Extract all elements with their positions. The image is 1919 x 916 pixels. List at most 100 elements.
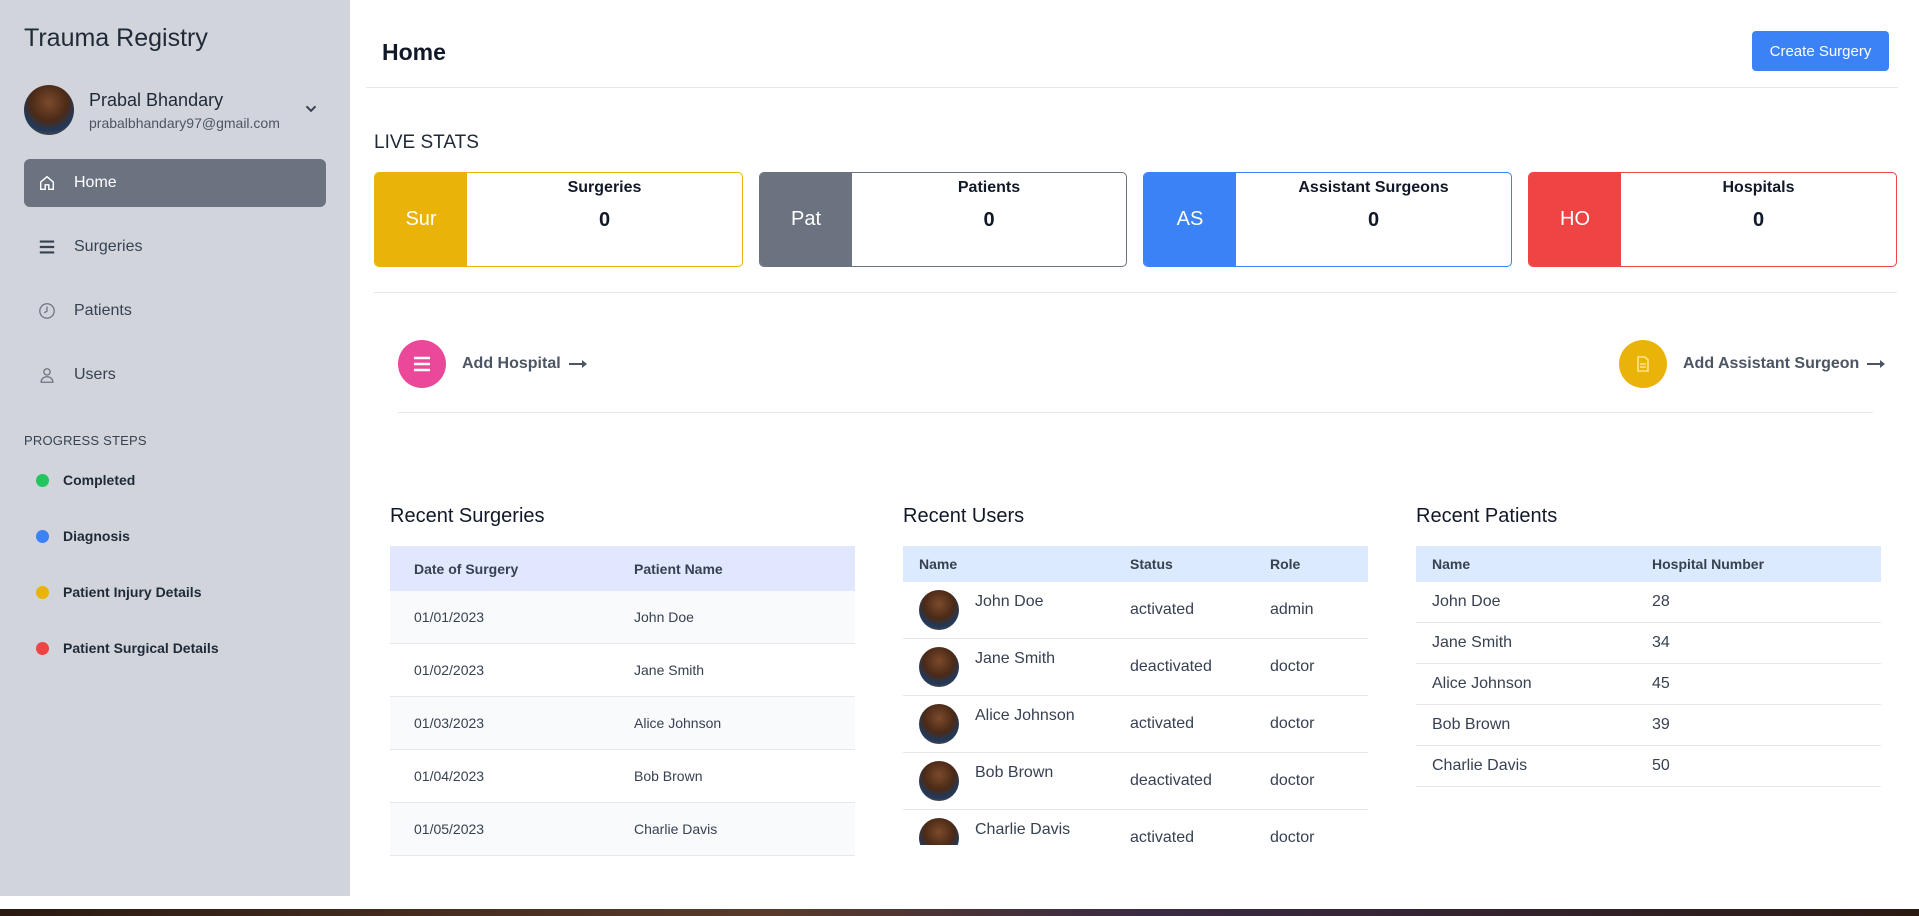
stat-abbr: Sur <box>375 173 467 266</box>
table-cell: Bob Brown <box>634 768 703 784</box>
table-cell: 01/02/2023 <box>414 662 485 678</box>
table-row[interactable]: Alice Johnson 45 <box>1416 664 1881 705</box>
stat-card-assistant-surgeons: AS Assistant Surgeons 0 <box>1143 172 1512 267</box>
table-cell: 34 <box>1652 634 1670 651</box>
status-dot <box>36 585 49 599</box>
recent-users-title: Recent Users <box>903 505 1025 527</box>
table-row[interactable]: Bob Brown 39 <box>1416 705 1881 746</box>
progress-steps-title: PROGRESS STEPS <box>24 433 147 448</box>
sidebar-item-label: Patients <box>74 302 132 319</box>
table-row[interactable]: Alice Johnson activated doctor <box>903 696 1368 753</box>
avatar <box>919 818 959 845</box>
recent-users-table: Name Status Role John Doe activated admi… <box>903 546 1368 845</box>
table-header: Date of Surgery Patient Name <box>390 546 855 591</box>
user-name: Charlie Davis <box>975 821 1071 838</box>
document-icon <box>1619 340 1667 388</box>
user-status: activated <box>1130 829 1195 845</box>
table-row[interactable]: 01/03/2023 Alice Johnson <box>390 697 855 750</box>
table-row[interactable]: John Doe 28 <box>1416 582 1881 623</box>
status-dot <box>36 529 49 543</box>
progress-step-completed: Completed <box>36 472 135 488</box>
chevron-down-icon[interactable] <box>302 100 320 118</box>
user-status: deactivated <box>1130 772 1212 789</box>
home-icon <box>39 175 55 191</box>
column-header: Date of Surgery <box>414 560 519 577</box>
user-role: doctor <box>1270 715 1315 732</box>
avatar <box>24 85 74 135</box>
user-name: Jane Smith <box>975 650 1056 667</box>
stat-card-surgeries: Sur Surgeries 0 <box>374 172 743 267</box>
user-role: doctor <box>1270 772 1315 789</box>
table-header: Name Hospital Number <box>1416 546 1881 582</box>
table-row[interactable]: 01/02/2023 Jane Smith <box>390 644 855 697</box>
list-icon <box>398 340 446 388</box>
stat-abbr: HO <box>1529 173 1621 266</box>
table-row[interactable]: Charlie Davis activated doctor <box>903 810 1368 845</box>
progress-step-injury: Patient Injury Details <box>36 584 201 600</box>
user-role: admin <box>1270 601 1314 618</box>
column-header: Patient Name <box>634 560 723 577</box>
table-cell: Jane Smith <box>634 662 705 678</box>
sidebar-item-patients[interactable]: Patients <box>24 287 326 335</box>
table-row[interactable]: Jane Smith deactivated doctor <box>903 639 1368 696</box>
table-cell: 01/05/2023 <box>414 821 485 837</box>
sidebar-item-surgeries[interactable]: Surgeries <box>24 223 326 271</box>
table-row[interactable]: Charlie Davis 50 <box>1416 746 1881 787</box>
table-row[interactable]: Bob Brown deactivated doctor <box>903 753 1368 810</box>
status-dot <box>36 473 49 487</box>
sidebar-item-label: Users <box>74 366 116 383</box>
step-label: Completed <box>63 472 136 488</box>
table-cell: Charlie Davis <box>634 821 718 837</box>
stat-value: 0 <box>598 209 611 231</box>
table-row[interactable]: 01/04/2023 Bob Brown <box>390 750 855 803</box>
user-status: activated <box>1130 715 1195 732</box>
avatar <box>919 647 959 687</box>
sidebar-item-home[interactable]: Home <box>24 159 326 207</box>
table-row[interactable]: 01/01/2023 John Doe <box>390 591 855 644</box>
clock-icon <box>39 303 55 319</box>
sidebar-item-label: Surgeries <box>74 238 143 255</box>
table-cell: 50 <box>1652 757 1670 774</box>
add-hospital-link[interactable]: Add Hospital <box>398 340 587 388</box>
table-cell: Bob Brown <box>1432 716 1511 733</box>
page-title: Home <box>382 39 446 65</box>
table-cell: John Doe <box>1432 593 1501 610</box>
column-header: Name <box>1432 556 1471 572</box>
progress-step-surgical: Patient Surgical Details <box>36 640 219 656</box>
table-row[interactable]: 01/05/2023 Charlie Davis <box>390 803 855 856</box>
user-profile[interactable]: Prabal Bhandary prabalbhandary97@gmail.c… <box>24 82 330 138</box>
divider <box>366 87 1898 88</box>
table-cell: Jane Smith <box>1432 634 1513 651</box>
stat-label: Surgeries <box>567 179 642 196</box>
user-role: doctor <box>1270 829 1315 845</box>
table-row[interactable]: Jane Smith 34 <box>1416 623 1881 664</box>
table-cell: 01/03/2023 <box>414 715 485 731</box>
table-cell: Alice Johnson <box>1432 675 1532 692</box>
sidebar-item-users[interactable]: Users <box>24 351 326 399</box>
add-hospital-label: Add Hospital <box>462 355 561 372</box>
recent-patients-title: Recent Patients <box>1416 505 1558 527</box>
create-surgery-button[interactable]: Create Surgery <box>1752 31 1889 71</box>
stat-abbr: Pat <box>760 173 852 266</box>
stat-value: 0 <box>983 209 995 231</box>
stat-value: 0 <box>1367 209 1380 231</box>
table-row[interactable]: John Doe activated admin <box>903 582 1368 639</box>
column-header: Hospital Number <box>1652 556 1765 572</box>
stat-label: Hospitals <box>1722 179 1795 196</box>
add-assistant-surgeon-link[interactable]: Add Assistant Surgeon <box>1619 340 1886 388</box>
avatar <box>919 590 959 630</box>
divider <box>398 412 1873 413</box>
user-status: deactivated <box>1130 658 1212 675</box>
stat-card-patients: Pat Patients 0 <box>759 172 1127 267</box>
stat-card-hospitals: HO Hospitals 0 <box>1528 172 1897 267</box>
arrow-right-icon <box>1867 360 1886 368</box>
column-header: Role <box>1270 556 1301 572</box>
table-cell: 45 <box>1652 675 1670 692</box>
table-cell: Charlie Davis <box>1432 757 1528 774</box>
recent-surgeries-table: Date of Surgery Patient Name 01/01/2023 … <box>390 546 855 856</box>
table-cell: John Doe <box>634 609 694 625</box>
step-label: Patient Surgical Details <box>63 640 219 656</box>
user-name: Alice Johnson <box>975 707 1075 724</box>
table-cell: Alice Johnson <box>634 715 722 731</box>
table-cell: 28 <box>1652 593 1670 610</box>
